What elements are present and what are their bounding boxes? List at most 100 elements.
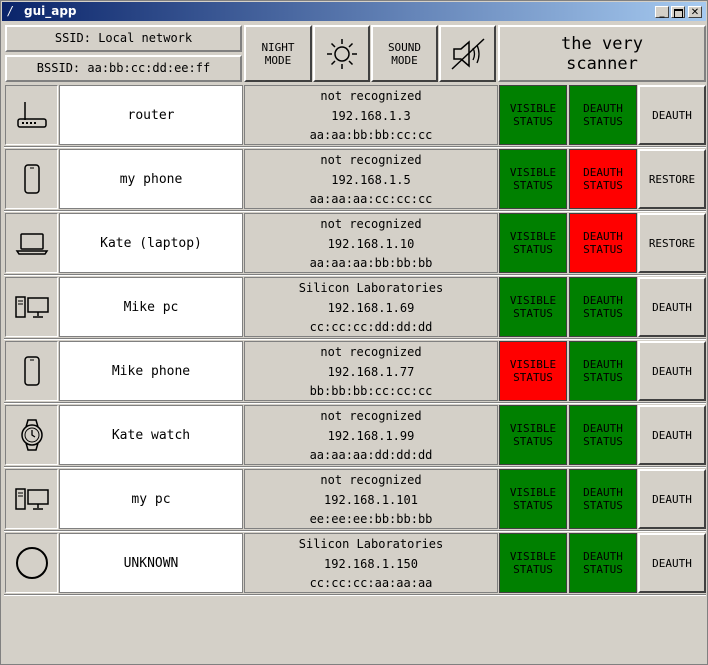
- deauth-status-indicator: DEAUTH STATUS: [569, 533, 637, 593]
- device-name-cell[interactable]: my phone: [59, 149, 243, 209]
- maximize-icon: [673, 9, 683, 18]
- device-name-cell[interactable]: Mike pc: [59, 277, 243, 337]
- row-separator: [4, 466, 706, 468]
- visible-status-indicator: VISIBLE STATUS: [499, 405, 567, 465]
- device-mac: cc:cc:cc:aa:aa:aa: [309, 576, 433, 590]
- visible-status-label-1: VISIBLE: [509, 102, 557, 115]
- sound-mode-button[interactable]: SOUND MODE: [371, 25, 438, 82]
- device-ip: 192.168.1.69: [327, 300, 415, 315]
- visible-status-indicator: VISIBLE STATUS: [499, 213, 567, 273]
- maximize-button[interactable]: [671, 6, 685, 18]
- night-mode-label-2: MODE: [264, 53, 292, 67]
- device-mac: aa:aa:aa:dd:dd:dd: [309, 448, 433, 462]
- desktop-pc-icon: [14, 290, 50, 324]
- deauth-button[interactable]: DEAUTH: [638, 277, 706, 337]
- action-label: DEAUTH: [652, 492, 692, 506]
- action-label: RESTORE: [648, 172, 696, 186]
- action-label: DEAUTH: [652, 556, 692, 570]
- device-name: Mike pc: [123, 299, 179, 315]
- deauth-status-label-1: DEAUTH: [583, 550, 623, 563]
- app-title-line-2: scanner: [566, 53, 638, 74]
- visible-status-indicator: VISIBLE STATUS: [499, 469, 567, 529]
- row-separator: [4, 530, 706, 532]
- restore-button[interactable]: RESTORE: [638, 213, 706, 273]
- deauth-status-label-1: DEAUTH: [583, 294, 623, 307]
- device-mac: aa:aa:aa:bb:bb:bb: [309, 256, 433, 270]
- deauth-status-label-1: DEAUTH: [583, 166, 623, 179]
- device-name-cell[interactable]: Mike phone: [59, 341, 243, 401]
- visible-status-label-2: STATUS: [513, 563, 553, 576]
- device-vendor: not recognized: [320, 473, 422, 487]
- device-details: not recognized 192.168.1.3 aa:aa:bb:bb:cc:…: [244, 85, 498, 145]
- sun-icon: [326, 38, 357, 69]
- device-mac: cc:cc:cc:dd:dd:dd: [309, 320, 433, 334]
- device-name: Kate (laptop): [100, 235, 202, 251]
- device-name-cell[interactable]: router: [59, 85, 243, 145]
- device-row: Mike phone not recognized 192.168.1.77 bb:b…: [4, 341, 706, 403]
- laptop-icon: [15, 226, 49, 260]
- deauth-button[interactable]: DEAUTH: [638, 405, 706, 465]
- visible-status-label-1: VISIBLE: [509, 166, 557, 179]
- action-label: RESTORE: [648, 236, 696, 250]
- row-separator: [4, 274, 706, 276]
- device-mac: aa:aa:aa:cc:cc:cc: [309, 192, 433, 206]
- device-icon-cell: [5, 341, 58, 401]
- device-vendor: not recognized: [320, 345, 422, 359]
- device-name-cell[interactable]: Kate (laptop): [59, 213, 243, 273]
- visible-status-label-1: VISIBLE: [509, 486, 557, 499]
- night-mode-label-1: NIGHT: [261, 40, 295, 54]
- deauth-button[interactable]: DEAUTH: [638, 469, 706, 529]
- deauth-button[interactable]: DEAUTH: [638, 341, 706, 401]
- row-separator: [4, 402, 706, 404]
- device-name: my phone: [119, 171, 183, 187]
- device-name-cell[interactable]: my pc: [59, 469, 243, 529]
- phone-icon: [15, 354, 49, 388]
- minimize-button[interactable]: _: [655, 6, 669, 18]
- deauth-status-indicator: DEAUTH STATUS: [569, 149, 637, 209]
- device-vendor: not recognized: [320, 409, 422, 423]
- device-row: my pc not recognized 192.168.1.101 ee:ee:ee…: [4, 469, 706, 531]
- window-title: gui_app: [24, 4, 77, 18]
- sound-mode-label-2: MODE: [391, 53, 418, 67]
- bssid-text: BSSID: aa:bb:cc:dd:ee:ff: [36, 61, 211, 75]
- restore-button[interactable]: RESTORE: [638, 149, 706, 209]
- device-details: not recognized 192.168.1.101 ee:ee:ee:bb:b…: [244, 469, 498, 529]
- visible-status-label-2: STATUS: [513, 371, 553, 384]
- device-name: Kate watch: [111, 427, 191, 443]
- device-details: not recognized 192.168.1.99 aa:aa:aa:dd:dd…: [244, 405, 498, 465]
- deauth-status-label-1: DEAUTH: [583, 422, 623, 435]
- mute-button[interactable]: [439, 25, 496, 82]
- night-mode-button[interactable]: NIGHT MODE: [244, 25, 312, 82]
- device-icon-cell: [5, 533, 58, 593]
- deauth-status-indicator: DEAUTH STATUS: [569, 405, 637, 465]
- device-name: router: [127, 107, 175, 123]
- title-bar[interactable]: / gui_app _ ✕: [2, 2, 706, 21]
- device-row: Kate watch not recognized 192.168.1.99 aa:a…: [4, 405, 706, 467]
- device-ip: 192.168.1.10: [327, 236, 415, 251]
- device-icon-cell: [5, 469, 58, 529]
- row-separator: [4, 338, 706, 340]
- speaker-muted-icon: [450, 37, 485, 70]
- device-name-cell[interactable]: UNKNOWN: [59, 533, 243, 593]
- deauth-button[interactable]: DEAUTH: [638, 533, 706, 593]
- device-icon-cell: [5, 85, 58, 145]
- action-label: DEAUTH: [652, 364, 692, 378]
- device-row: UNKNOWN Silicon Laboratories 192.168.1.150…: [4, 533, 706, 595]
- deauth-status-label-2: STATUS: [583, 243, 623, 256]
- action-label: DEAUTH: [652, 300, 692, 314]
- device-details: Silicon Laboratories 192.168.1.150 cc:cc:c…: [244, 533, 498, 593]
- device-icon-cell: [5, 213, 58, 273]
- deauth-status-label-2: STATUS: [583, 499, 623, 512]
- deauth-button[interactable]: DEAUTH: [638, 85, 706, 145]
- visible-status-label-2: STATUS: [513, 243, 553, 256]
- action-label: DEAUTH: [652, 108, 692, 122]
- device-name: Mike phone: [111, 363, 191, 379]
- close-button[interactable]: ✕: [688, 6, 702, 18]
- deauth-status-label-1: DEAUTH: [583, 358, 623, 371]
- device-ip: 192.168.1.3: [331, 108, 411, 123]
- device-icon-cell: [5, 149, 58, 209]
- device-vendor: Silicon Laboratories: [298, 281, 444, 295]
- brightness-button[interactable]: [313, 25, 370, 82]
- device-name-cell[interactable]: Kate watch: [59, 405, 243, 465]
- device-row: router not recognized 192.168.1.3 aa:aa:bb:…: [4, 85, 706, 147]
